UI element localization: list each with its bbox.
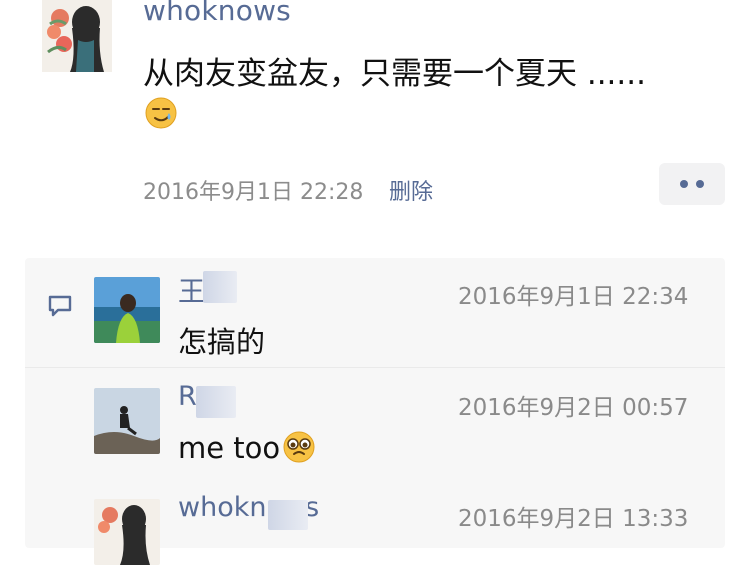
comment-divider xyxy=(25,367,725,368)
name-blur xyxy=(268,500,308,530)
more-dots-icon xyxy=(680,180,688,188)
post-username[interactable]: whoknows xyxy=(143,0,291,27)
post-timestamp: 2016年9月1日 22:28 xyxy=(143,180,364,205)
comment-avatar[interactable] xyxy=(94,277,160,343)
comment-text-body: me too xyxy=(178,431,281,465)
name-blur xyxy=(196,386,236,418)
comment-avatar[interactable] xyxy=(94,499,160,565)
comment-text: me too xyxy=(178,430,316,465)
comment-text: 怎搞的 xyxy=(178,325,266,359)
comment-avatar[interactable] xyxy=(94,388,160,454)
comment-time: 2016年9月2日 00:57 xyxy=(458,395,689,421)
more-dots-icon xyxy=(696,180,704,188)
comment-time: 2016年9月1日 22:34 xyxy=(458,284,689,310)
comment-icon xyxy=(47,294,73,318)
pleading-face-icon xyxy=(282,430,316,464)
name-blur xyxy=(203,271,237,303)
smirk-emoji-icon xyxy=(145,97,177,129)
post-text: 从肉友变盆友，只需要一个夏天 ...... xyxy=(143,56,646,92)
more-options-button[interactable] xyxy=(659,163,725,205)
comment-author[interactable]: 王 xyxy=(178,270,205,309)
delete-link[interactable]: 删除 xyxy=(389,174,433,206)
post-avatar[interactable] xyxy=(42,0,112,72)
comment-time: 2016年9月2日 13:33 xyxy=(458,506,689,532)
comment-author[interactable]: R xyxy=(178,381,197,412)
